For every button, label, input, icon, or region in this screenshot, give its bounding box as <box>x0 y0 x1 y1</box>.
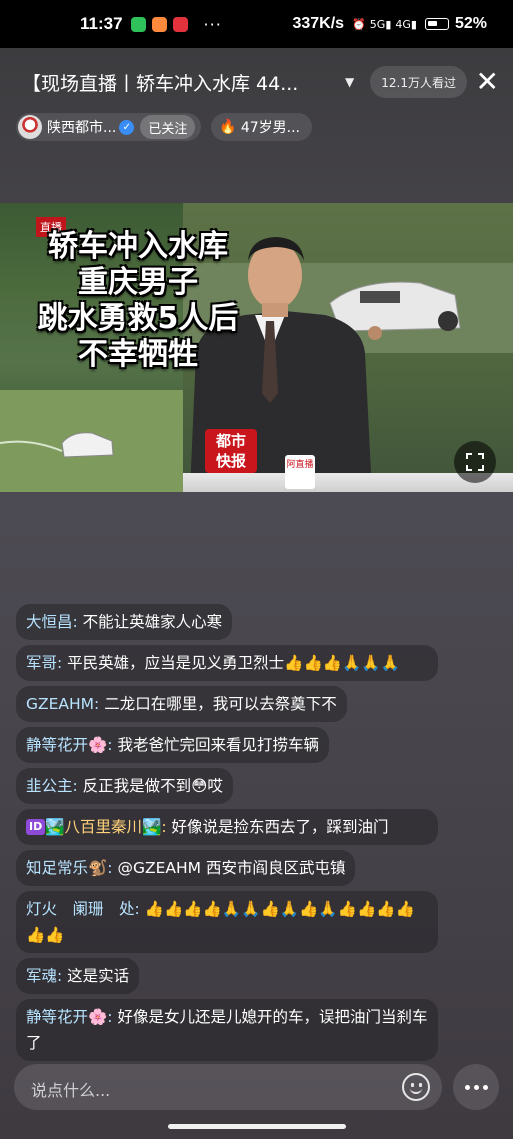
id-badge-icon: ID <box>26 819 46 835</box>
comment-item: 静等花开🌸: 我老爸忙完回来看见打捞车辆 <box>16 727 329 763</box>
comment-item: 韭公主: 反正我是做不到😳哎 <box>16 768 233 804</box>
video-player[interactable]: 直播 轿车冲入水库 重庆男子 跳水勇救5人后 不幸牺牲 都市 快报 阿直播 <box>0 203 513 492</box>
comment-item: 知足常乐🐒: @GZEAHM 西安市阎良区武屯镇 <box>16 850 356 886</box>
host-info-row: 陕西都市... ✓ 已关注 🔥 47岁男... <box>0 112 513 142</box>
comment-item: 军魂: 这是实话 <box>16 958 140 994</box>
more-options-button[interactable] <box>453 1064 499 1110</box>
close-button[interactable]: ✕ <box>476 66 499 98</box>
fire-icon: 🔥 <box>219 119 237 135</box>
comment-user[interactable]: 军魂: <box>26 967 62 985</box>
battery-level: 52% <box>454 15 487 32</box>
home-indicator[interactable] <box>168 1124 346 1129</box>
live-room-title[interactable]: 【现场直播丨轿车冲入水库 44... <box>22 69 327 96</box>
comment-user[interactable]: 韭公主: <box>26 777 78 795</box>
desk-logo: 都市 快报 <box>205 429 257 473</box>
comment-text: 好像说是捡东西去了，踩到油门 <box>166 818 389 836</box>
comment-user[interactable]: 静等花开🌸: <box>26 736 113 754</box>
chevron-down-icon[interactable]: ▼ <box>345 75 354 89</box>
comment-user[interactable]: 静等花开🌸: <box>26 1008 113 1026</box>
comment-user[interactable]: 🏞️八百里秦川🏞️: <box>45 818 166 836</box>
status-bar: 11:37 ··· 337K/s ⏰ 5G▮ 4G▮ 52% <box>0 0 513 48</box>
fullscreen-button[interactable] <box>454 441 496 483</box>
more-notifications: ··· <box>203 14 222 34</box>
headline-line-4: 不幸牺牲 <box>78 337 198 372</box>
dot-icon <box>482 1084 488 1090</box>
comment-item: 军哥: 平民英雄，应当是见义勇卫烈士👍👍👍🙏🙏🙏 <box>16 645 438 681</box>
comment-item: 灯火 阑珊 处: 👍👍👍👍🙏🙏👍🙏👍🙏👍👍👍👍👍👍 <box>16 891 438 953</box>
comment-list[interactable]: 大恒昌: 不能让英雄家人心寒 军哥: 平民英雄，应当是见义勇卫烈士👍👍👍🙏🙏🙏 … <box>16 604 446 1066</box>
host-name[interactable]: 陕西都市... <box>47 117 116 137</box>
topic-pill[interactable]: 🔥 47岁男... <box>211 113 312 141</box>
comment-text: 反正我是做不到😳哎 <box>77 777 223 795</box>
news-headline: 轿车冲入水库 重庆男子 跳水勇救5人后 不幸牺牲 <box>18 229 258 373</box>
wechat-icon <box>130 16 146 32</box>
comment-text: 这是实话 <box>62 967 130 985</box>
comment-text: 平民英雄，应当是见义勇卫烈士👍👍👍🙏🙏🙏 <box>62 654 400 672</box>
follow-button[interactable]: 已关注 <box>140 115 196 139</box>
dot-icon <box>473 1084 479 1090</box>
signal-5g-icon: 5G▮ <box>369 17 392 31</box>
comment-user[interactable]: 军哥: <box>26 654 62 672</box>
battery-icon <box>424 18 449 30</box>
app-red-icon <box>172 16 188 32</box>
signal-4g-icon: 4G▮ <box>395 17 417 31</box>
topic-label: 47岁男... <box>240 120 300 136</box>
comment-item: ID 🏞️八百里秦川🏞️: 好像说是捡东西去了，踩到油门 <box>16 809 438 845</box>
live-header: 【现场直播丨轿车冲入水库 44... ▼ 12.1万人看过 ✕ <box>0 60 513 104</box>
comment-user[interactable]: 大恒昌: <box>26 613 78 631</box>
desk-logo-small: 阿直播 <box>285 455 315 489</box>
comment-input-placeholder: 说点什么... <box>31 1081 111 1100</box>
headline-line-3: 跳水勇救5人后 <box>37 301 239 336</box>
comment-text: 二龙口在哪里，我可以去祭奠下不 <box>99 695 337 713</box>
host-profile[interactable]: 陕西都市... ✓ 已关注 <box>16 113 202 141</box>
status-time: 11:37 <box>80 14 123 33</box>
comment-text: 不能让英雄家人心寒 <box>77 613 223 631</box>
comment-text: @GZEAHM 西安市阎良区武屯镇 <box>112 859 346 877</box>
bottom-bar: 说点什么... <box>0 1062 513 1112</box>
comment-text: 我老爸忙完回来看见打捞车辆 <box>112 736 319 754</box>
host-avatar[interactable] <box>18 115 42 139</box>
emoji-icon[interactable] <box>402 1073 430 1101</box>
comment-item: 大恒昌: 不能让英雄家人心寒 <box>16 604 233 640</box>
verified-icon: ✓ <box>119 119 135 135</box>
headline-line-1: 轿车冲入水库 <box>48 229 228 264</box>
viewer-count[interactable]: 12.1万人看过 <box>370 66 467 98</box>
comment-input[interactable]: 说点什么... <box>14 1064 442 1110</box>
comment-user[interactable]: 灯火 阑珊 处: <box>26 900 140 918</box>
alarm-icon: ⏰ <box>352 17 366 31</box>
dot-icon <box>464 1084 470 1090</box>
network-speed: 337K/s <box>292 15 345 32</box>
fullscreen-icon <box>466 453 484 471</box>
comment-user[interactable]: GZEAHM: <box>26 695 99 713</box>
comment-item: 静等花开🌸: 好像是女儿还是儿媳开的车，误把油门当刹车了 <box>16 999 438 1061</box>
comment-user[interactable]: 知足常乐🐒: <box>26 859 113 877</box>
app-orange-icon <box>151 16 167 32</box>
comment-item: GZEAHM: 二龙口在哪里，我可以去祭奠下不 <box>16 686 347 722</box>
headline-line-2: 重庆男子 <box>78 265 198 300</box>
